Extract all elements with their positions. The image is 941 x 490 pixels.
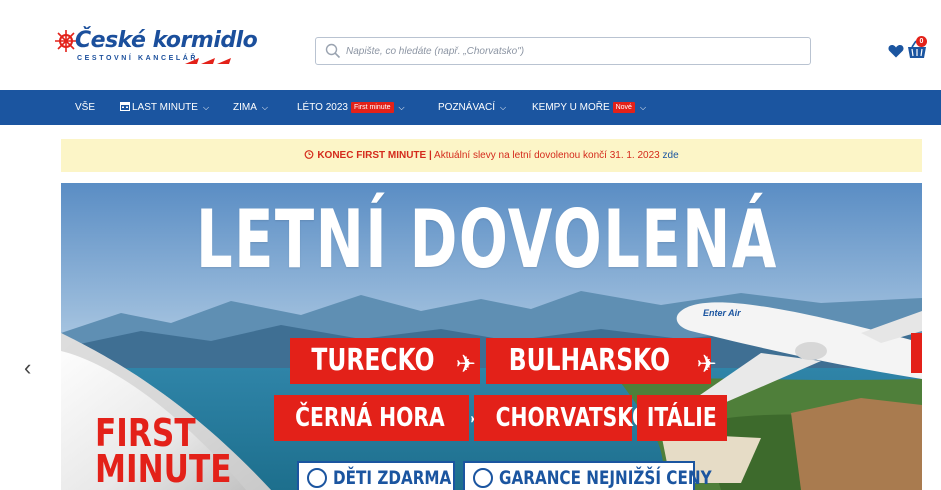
nav-label: POZNÁVACÍ [438, 102, 496, 113]
lowest-price-badge: GARANCE NEJNIŽŠÍ CENY [463, 461, 712, 490]
airplane-icon: ✈ [696, 350, 717, 378]
nav-item-vse[interactable]: VŠE [75, 90, 95, 125]
nav-item-poznavaci[interactable]: POZNÁVACÍ ⌵ [438, 90, 506, 125]
destination-turecko[interactable]: TURECKO ✈ [290, 338, 480, 384]
nav-label: LAST MINUTE [132, 102, 198, 113]
destination-label: ČERNÁ HORA [295, 403, 445, 433]
first-minute-corner-text: FIRST MINUTE [95, 411, 232, 490]
check-shield-icon [473, 468, 493, 488]
heart-icon[interactable] [888, 44, 904, 58]
nav-label: KEMPY U MOŘE [532, 102, 610, 113]
cart-button[interactable]: 0 [906, 36, 928, 60]
nav-item-kempy-u-more[interactable]: KEMPY U MOŘE Nové ⌵ [532, 90, 646, 125]
destination-label: CHORVATSKO [495, 403, 650, 433]
nav-label: ZIMA [233, 102, 257, 113]
airplane-icon: ✈ [455, 350, 476, 378]
corner-text-line: MINUTE [95, 447, 232, 490]
plane-logo: Enter Air [703, 308, 741, 318]
cart-count-badge: 0 [916, 36, 927, 47]
notice-heading: KONEC FIRST MINUTE | [317, 150, 432, 161]
new-tag: Nové [612, 102, 635, 113]
site-header: České kormidlo CESTOVNÍ KANCELÁŘ 0 [0, 0, 941, 92]
destination-label: TURECKO [311, 343, 435, 378]
chevron-down-icon: ⌵ [500, 103, 507, 112]
ship-wheel-icon [55, 30, 77, 52]
destination-chorvatsko[interactable]: CHORVATSKO [474, 395, 649, 441]
first-minute-notice: KONEC FIRST MINUTE | Aktuální slevy na l… [61, 139, 922, 172]
logo-subtitle: CESTOVNÍ KANCELÁŘ [77, 55, 199, 62]
logo-swoosh [185, 58, 231, 64]
notice-link[interactable]: zde [663, 150, 679, 161]
badge-label: GARANCE NEJNIŽŠÍ CENY [499, 467, 712, 489]
nav-item-leto-2023[interactable]: LÉTO 2023 First minute ⌵ [297, 90, 405, 125]
nav-label: LÉTO 2023 [297, 102, 348, 113]
alarm-clock-icon [304, 150, 314, 159]
destination-cerna-hora[interactable]: ČERNÁ HORA✈ [274, 395, 490, 441]
corner-text-line: FIRST [95, 411, 196, 455]
chevron-down-icon: ⌵ [639, 103, 647, 112]
badge-label: DĚTI ZDARMA [333, 467, 452, 489]
chevron-down-icon: ⌵ [202, 103, 210, 112]
destination-label: BULHARSKO [508, 343, 671, 378]
main-nav: VŠE LAST MINUTE ⌵ ZIMA ⌵ LÉTO 2023 First mi… [0, 90, 941, 125]
destination-label: ITÁLIE [647, 403, 717, 433]
banner-title: LETNÍ DOVOLENÁ [196, 193, 778, 286]
chevron-down-icon: ⌵ [398, 103, 405, 112]
kids-free-badge: DĚTI ZDARMA [297, 461, 455, 490]
nav-item-last-minute[interactable]: LAST MINUTE ⌵ [120, 90, 209, 125]
calendar-icon [120, 102, 130, 111]
logo-wordmark: České kormidlo [75, 28, 258, 53]
destination-italie[interactable]: ITÁLIE [637, 395, 727, 441]
notice-text: Aktuální slevy na letní dovolenou končí … [434, 150, 660, 161]
search-box[interactable] [315, 37, 811, 65]
nav-item-zima[interactable]: ZIMA ⌵ [233, 90, 268, 125]
carousel-prev-arrow-icon[interactable]: ‹ [24, 356, 42, 380]
logo[interactable]: České kormidlo CESTOVNÍ KANCELÁŘ [55, 28, 258, 72]
child-face-icon [307, 468, 327, 488]
search-icon [325, 43, 341, 59]
nav-label: VŠE [75, 102, 96, 113]
hero-banner[interactable]: Enter Air LETNÍ DOVOLENÁ TURECKO ✈ BULHAR… [61, 183, 922, 490]
first-minute-tag: First minute [350, 102, 394, 113]
destination-bulharsko[interactable]: BULHARSKO ✈ [486, 338, 717, 384]
chevron-down-icon: ⌵ [261, 103, 268, 112]
search-input[interactable] [346, 38, 806, 64]
